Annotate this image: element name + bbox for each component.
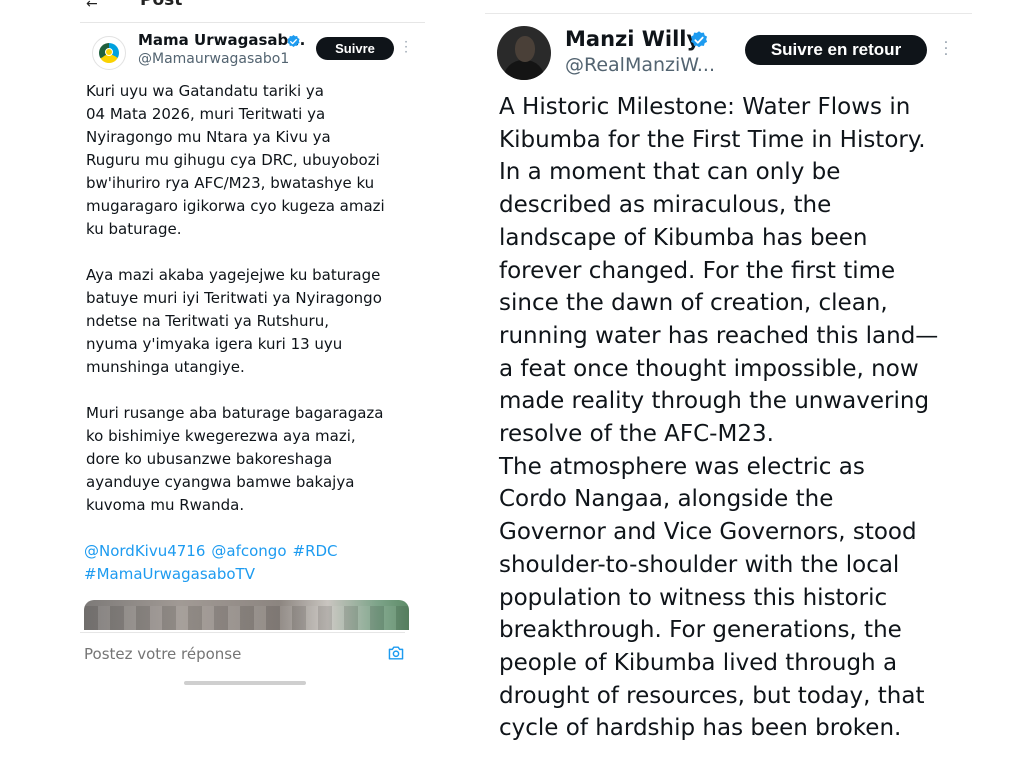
hashtag-link[interactable]: #RDC (293, 542, 338, 560)
follow-button[interactable]: Suivre (316, 37, 394, 60)
avatar-photo-face (515, 36, 535, 62)
post-paragraph: Muri rusange aba baturage bagaragaza ko … (86, 404, 384, 514)
verified-badge-icon (690, 31, 708, 48)
hashtag-link[interactable]: @afcongo (211, 542, 286, 560)
more-vertical-icon[interactable]: · · · (403, 36, 409, 58)
camera-icon[interactable] (387, 645, 405, 661)
post-header-title: Post (140, 0, 183, 10)
media-photo-texture (84, 606, 409, 630)
reply-input[interactable] (84, 645, 374, 663)
hashtags: @NordKivu4716 @afcongo #RDC #MamaUrwagasab… (84, 540, 414, 586)
home-indicator (184, 681, 306, 685)
avatar[interactable] (92, 36, 126, 70)
hashtag-link[interactable]: #MamaUrwagasaboTV (84, 565, 255, 583)
post-paragraph: Kuri uyu wa Gatandatu tariki ya 04 Mata … (86, 82, 385, 238)
post-paragraph: The atmosphere was electric as Cordo Nan… (499, 453, 925, 742)
post-text: Kuri uyu wa Gatandatu tariki ya 04 Mata … (86, 80, 416, 540)
post-header: ← Post (80, 0, 425, 20)
author-name[interactable]: Manzi Willy (565, 27, 700, 51)
author-handle[interactable]: @RealManziW... (565, 54, 715, 76)
divider (80, 22, 425, 23)
author-handle[interactable]: @Mamaurwagasabo1 (138, 51, 289, 67)
avatar-sun-mark (105, 48, 113, 56)
follow-back-button[interactable]: Suivre en retour (745, 35, 927, 65)
reply-bar (80, 632, 405, 672)
hashtag-link[interactable]: @NordKivu4716 (84, 542, 205, 560)
verified-badge-icon (287, 34, 300, 47)
back-arrow-icon[interactable]: ← (86, 0, 98, 12)
author-name[interactable]: Mama Urwagasab... (138, 31, 305, 49)
post-text: A Historic Milestone: Water Flows in Kib… (499, 91, 969, 745)
avatar[interactable] (497, 26, 551, 80)
more-vertical-icon[interactable]: · · · (943, 36, 949, 62)
right-post-panel: Manzi Willy @RealManziW... Suivre en ret… (485, 0, 975, 768)
post-paragraph: Aya mazi akaba yagejejwe ku baturage bat… (86, 266, 382, 376)
post-paragraph: A Historic Milestone: Water Flows in Kib… (499, 94, 939, 448)
avatar-photo-body (503, 60, 545, 80)
divider (485, 13, 972, 14)
left-post-panel: ← Post Mama Urwagasab... @Mamaurwagasabo… (80, 0, 425, 700)
post-media-image[interactable] (84, 600, 409, 630)
